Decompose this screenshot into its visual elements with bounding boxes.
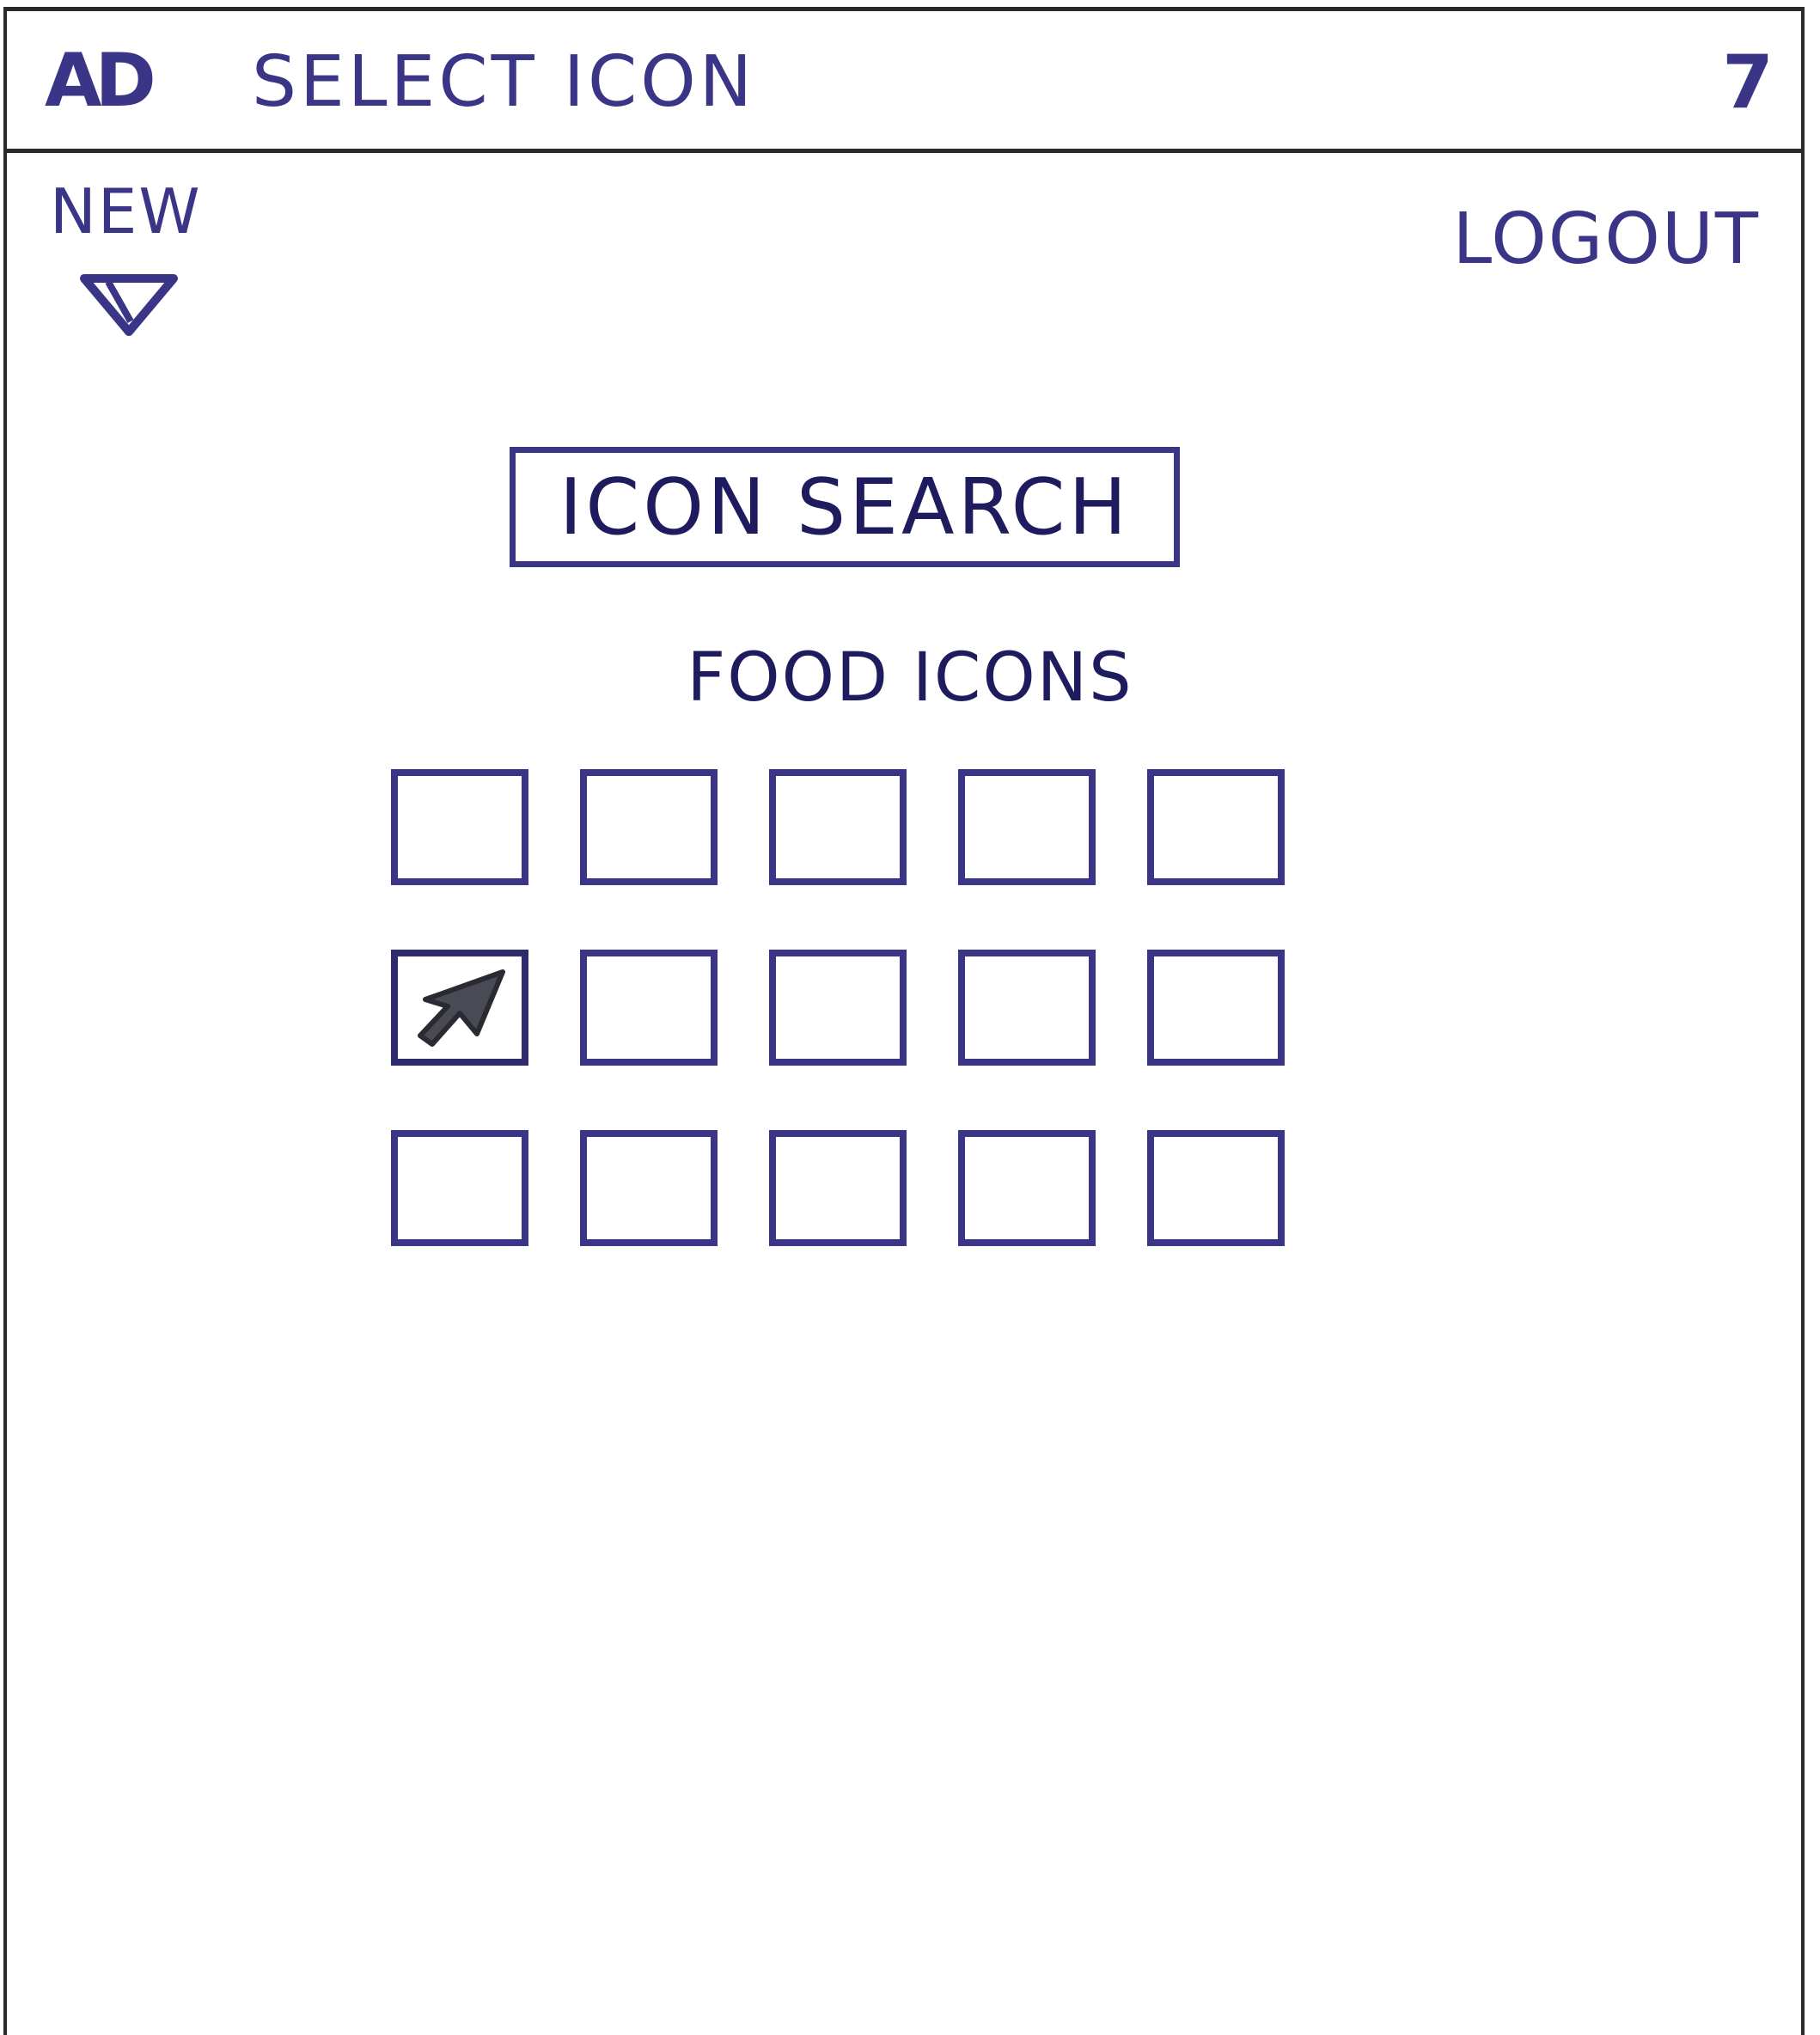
food-icon-tile[interactable] [769,769,907,885]
page-title: SELECT ICON [252,41,756,123]
food-icon-tile[interactable] [580,1130,718,1246]
food-icon-tile[interactable] [1147,769,1285,885]
food-icon-tile[interactable] [769,950,907,1066]
icon-search-button-label: ICON SEARCH [559,461,1131,553]
icon-search-button[interactable]: ICON SEARCH [510,447,1180,567]
food-icon-tile[interactable] [391,769,528,885]
food-icon-tile[interactable] [391,1130,528,1246]
food-icon-tile[interactable] [958,769,1096,885]
checkmark-icon [418,969,505,1047]
food-icon-tile[interactable] [769,1130,907,1246]
food-icon-tile[interactable] [958,1130,1096,1246]
new-dropdown[interactable]: NEW [50,180,247,352]
logout-link[interactable]: LOGOUT [1453,205,1761,275]
food-icon-tile[interactable] [1147,1130,1285,1246]
page-number: 7 [1722,40,1774,125]
title-bar: AD SELECT ICON 7 [7,11,1801,153]
food-icon-tile[interactable] [580,769,718,885]
chevron-down-icon [80,274,178,336]
app-logo: AD [45,38,156,124]
food-icon-grid [391,769,1302,1246]
section-heading: FOOD ICONS [687,639,1133,717]
new-dropdown-label: NEW [50,175,202,248]
food-icon-tile[interactable] [580,950,718,1066]
food-icon-tile-selected[interactable] [391,950,528,1066]
food-icon-tile[interactable] [1147,950,1285,1066]
food-icon-tile[interactable] [958,950,1096,1066]
